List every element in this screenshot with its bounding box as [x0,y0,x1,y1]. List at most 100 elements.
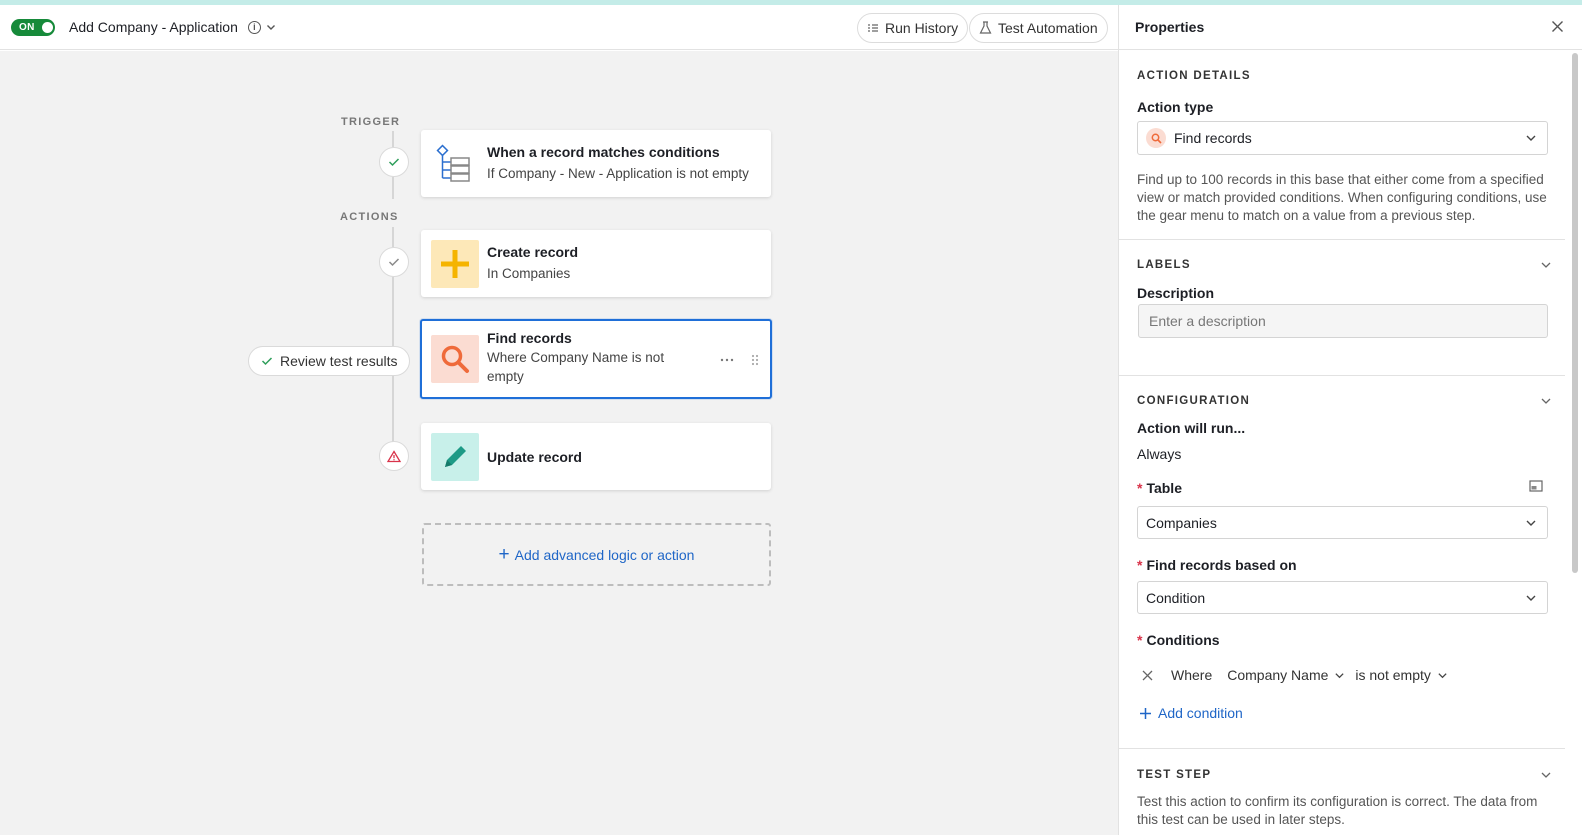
condition-field-select[interactable]: Company Name [1227,667,1345,683]
connector-line [392,131,394,147]
chevron-down-icon[interactable] [1540,395,1552,407]
automation-canvas: TRIGGER ACTIONS When a record matches co… [0,51,1118,835]
create-record-subtitle: In Companies [487,266,571,281]
action-type-label: Action type [1137,99,1214,115]
find-based-on-select[interactable]: Condition [1137,581,1548,614]
action-type-value: Find records [1174,130,1252,146]
drag-handle-icon[interactable] [751,354,759,366]
review-test-results-label: Review test results [280,353,398,369]
info-icon[interactable]: i [247,20,261,34]
trigger-card[interactable]: When a record matches conditions If Comp… [421,130,771,197]
trigger-card-subtitle: If Company - New - Application is not em… [487,166,749,181]
action-type-description: Find up to 100 records in this base that… [1137,172,1547,223]
condition-where: Where [1171,667,1213,683]
test-automation-label: Test Automation [998,20,1098,36]
flask-icon [979,21,992,34]
conditions-tree-icon [431,139,479,188]
description-placeholder: Enter a description [1149,313,1266,329]
condition-row: Where Company Name is not empty [1137,661,1547,689]
find-records-title: Find records [487,330,572,346]
chevron-down-icon[interactable] [1540,769,1552,781]
connector-line [392,177,394,199]
labels-heading: LABELS [1137,259,1191,271]
find-records-card[interactable]: Find records Where Company Name is not e… [420,319,772,399]
update-record-card[interactable]: Update record [421,423,771,490]
connector-line [392,227,394,247]
chevron-down-icon [1526,520,1536,526]
table-select[interactable]: Companies [1137,506,1548,539]
section-divider [1119,748,1565,749]
add-advanced-logic-button[interactable]: + Add advanced logic or action [422,523,771,586]
automation-on-toggle[interactable]: ON [11,18,55,36]
trigger-status-check-icon [379,147,409,177]
update-warning-icon [379,441,409,471]
test-automation-button[interactable]: Test Automation [969,13,1108,43]
test-step-heading: TEST STEP [1137,769,1212,781]
description-input[interactable]: Enter a description [1138,304,1548,338]
find-based-on-value: Condition [1146,589,1206,606]
condition-operator-value: is not empty [1355,667,1431,683]
table-label-text: Table [1146,480,1182,496]
toggle-knob [42,21,53,33]
plus-icon: + [498,543,510,565]
create-record-title: Create record [487,244,579,260]
test-step-text-line1: Test this action to confirm its configur… [1137,794,1538,809]
chevron-down-icon [1526,135,1536,141]
action-run-label: Action will run... [1137,420,1246,436]
chevron-down-icon [1335,672,1345,678]
actions-section-label: ACTIONS [340,211,399,223]
section-divider [1119,239,1565,240]
list-icon [868,24,878,32]
panel-scrollbar[interactable] [1572,53,1578,573]
table-label: * Table [1137,480,1182,496]
run-history-button[interactable]: Run History [857,13,969,43]
action-run-value: Always [1137,446,1182,462]
action-details-heading: ACTION DETAILS [1137,70,1251,82]
add-advanced-logic-label: Add advanced logic or action [514,546,695,563]
plus-icon [431,239,479,288]
chevron-down-icon [1438,672,1447,678]
remove-condition-icon[interactable] [1142,670,1153,681]
toggle-label: ON [19,21,35,33]
trigger-card-title: When a record matches conditions [487,144,720,160]
more-options-icon[interactable] [720,358,734,362]
panel-header: Properties [1119,5,1582,50]
run-history-label: Run History [885,20,959,36]
chevron-down-icon[interactable] [265,21,277,33]
conditions-label-text: Conditions [1146,632,1220,648]
chevron-down-icon[interactable] [1540,259,1552,271]
check-icon [261,357,273,366]
review-test-results-button[interactable]: Review test results [248,346,411,376]
create-record-card[interactable]: Create record In Companies [421,230,771,297]
find-based-on-label: * Find records based on [1137,557,1297,573]
condition-operator-select[interactable]: is not empty [1355,667,1447,683]
chevron-down-icon [1526,595,1536,601]
section-divider [1119,375,1565,376]
close-icon[interactable] [1551,20,1564,33]
properties-panel: Properties ACTION DETAILS Action type Fi… [1118,5,1582,835]
plus-icon [1140,707,1151,719]
action-type-select[interactable]: Find records [1137,121,1548,155]
open-table-icon[interactable] [1529,480,1543,492]
create-status-check-icon [379,247,409,277]
update-record-title: Update record [487,448,582,465]
table-value: Companies [1146,514,1217,531]
description-label: Description [1137,285,1215,301]
pencil-icon [431,432,479,481]
conditions-label: * Conditions [1137,632,1220,648]
condition-field-value: Company Name [1227,667,1329,683]
automation-header: ON Add Company - Application i Run Histo… [0,5,1118,50]
find-based-on-label-text: Find records based on [1146,557,1297,573]
search-icon [431,335,479,383]
test-step-description: Test this action to confirm its configur… [1137,793,1557,829]
add-condition-button[interactable]: Add condition [1139,705,1243,721]
find-records-subtitle-line2: empty [487,369,524,384]
trigger-section-label: TRIGGER [341,116,401,128]
search-icon [1146,128,1166,148]
test-step-text-line2: this test can be used in later steps. [1137,812,1345,827]
automation-title[interactable]: Add Company - Application [69,19,238,35]
panel-title: Properties [1135,19,1205,35]
find-records-subtitle-line1: Where Company Name is not [487,350,665,365]
configuration-heading: CONFIGURATION [1137,395,1251,407]
add-condition-label: Add condition [1158,705,1243,721]
